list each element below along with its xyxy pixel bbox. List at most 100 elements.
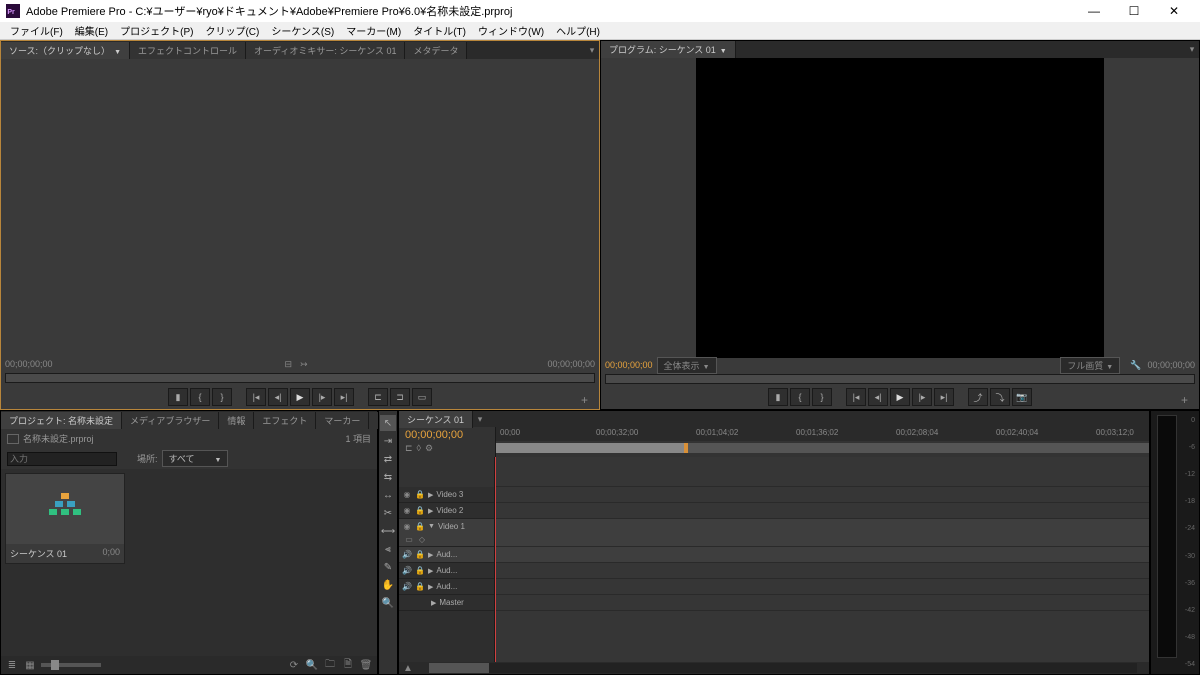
fit-dropdown[interactable]: 全体表示▼: [657, 357, 717, 374]
tab-markers[interactable]: マーカー: [316, 412, 369, 429]
out-point-button[interactable]: }: [212, 388, 232, 406]
menu-window[interactable]: ウィンドウ(W): [472, 23, 550, 38]
tab-media-browser[interactable]: メディアブラウザー: [122, 412, 219, 429]
window-close-button[interactable]: ✕: [1154, 0, 1194, 22]
slide-tool-icon[interactable]: ⫷: [380, 541, 396, 557]
rate-stretch-tool-icon[interactable]: ↔: [380, 487, 396, 503]
timeline-ruler-area[interactable]: 00;00 00;00;32;00 00;01;04;02 00;01;36;0…: [495, 427, 1149, 457]
menu-edit[interactable]: 編集(E): [69, 23, 114, 38]
tab-metadata[interactable]: メタデータ: [405, 42, 467, 59]
rolling-edit-tool-icon[interactable]: ⇆: [380, 469, 396, 485]
track-select-tool-icon[interactable]: ⇥: [380, 433, 396, 449]
zoom-out-icon[interactable]: ▲: [399, 663, 417, 674]
settings-icon[interactable]: ⚙: [425, 443, 433, 454]
tab-sequence[interactable]: シーケンス 01: [399, 411, 473, 428]
program-scrollbar[interactable]: [605, 374, 1195, 384]
zoom-tool-icon[interactable]: 🔍: [380, 595, 396, 611]
timeline-ruler[interactable]: 00;00 00;00;32;00 00;01;04;02 00;01;36;0…: [496, 427, 1149, 441]
source-scrollbar[interactable]: [5, 373, 595, 383]
go-in-button[interactable]: |◂: [246, 388, 266, 406]
marker-button[interactable]: ▮: [168, 388, 188, 406]
playhead-line[interactable]: [495, 457, 496, 662]
add-button-icon[interactable]: +: [1181, 393, 1195, 407]
track-header-video3[interactable]: ◉🔒▶Video 3: [399, 487, 494, 503]
output-icon[interactable]: ↣: [300, 359, 308, 370]
panel-menu-icon[interactable]: ▾: [585, 45, 599, 56]
razor-tool-icon[interactable]: ✂: [380, 505, 396, 521]
source-current-timecode[interactable]: 00;00;00;00: [5, 359, 53, 369]
thumb-size-slider[interactable]: [41, 663, 101, 667]
tab-audio-mixer[interactable]: オーディオミキサー: シーケンス 01: [246, 42, 405, 59]
delete-icon[interactable]: 🗑: [359, 658, 373, 672]
go-out-button[interactable]: ▸|: [334, 388, 354, 406]
step-back-button[interactable]: ◂|: [268, 388, 288, 406]
tab-program[interactable]: プログラム: シーケンス 01▼: [601, 41, 736, 58]
menu-marker[interactable]: マーカー(M): [340, 23, 407, 38]
find-icon[interactable]: 🔍: [305, 658, 319, 672]
list-view-icon[interactable]: ≣: [5, 658, 19, 672]
out-point-button[interactable]: }: [812, 388, 832, 406]
tab-effects[interactable]: エフェクト: [254, 412, 316, 429]
ripple-edit-tool-icon[interactable]: ⇄: [380, 451, 396, 467]
in-point-button[interactable]: {: [190, 388, 210, 406]
add-button-icon[interactable]: +: [581, 393, 595, 407]
panel-menu-icon[interactable]: ▾: [1185, 44, 1199, 55]
step-forward-button[interactable]: |▸: [912, 388, 932, 406]
project-search-input[interactable]: [7, 452, 117, 466]
selection-tool-icon[interactable]: ↖: [380, 415, 396, 431]
step-back-button[interactable]: ◂|: [868, 388, 888, 406]
hand-tool-icon[interactable]: ✋: [380, 577, 396, 593]
marker-icon[interactable]: ◊: [417, 443, 421, 454]
new-item-icon[interactable]: 🗎: [341, 658, 355, 672]
menu-sequence[interactable]: シーケンス(S): [265, 23, 340, 38]
play-button[interactable]: ▶: [890, 388, 910, 406]
step-forward-button[interactable]: |▸: [312, 388, 332, 406]
safe-margins-icon[interactable]: ⊟: [284, 359, 292, 370]
pen-tool-icon[interactable]: ✎: [380, 559, 396, 575]
insert-button[interactable]: ⊏: [368, 388, 388, 406]
export-frame-button[interactable]: ▭: [412, 388, 432, 406]
menu-clip[interactable]: クリップ(C): [199, 23, 265, 38]
tab-effect-controls[interactable]: エフェクトコントロール: [130, 42, 246, 59]
marker-button[interactable]: ▮: [768, 388, 788, 406]
timeline-work-area[interactable]: [496, 443, 1149, 453]
quality-dropdown[interactable]: フル画質▼: [1060, 357, 1120, 374]
project-item-sequence[interactable]: シーケンス 01 0;00: [5, 473, 125, 564]
go-out-button[interactable]: ▸|: [934, 388, 954, 406]
track-header-audio1[interactable]: 🔊🔒▶Aud...: [399, 547, 494, 563]
project-bin[interactable]: シーケンス 01 0;00: [1, 469, 377, 656]
track-header-master[interactable]: ▶Master: [399, 595, 494, 611]
track-header-video2[interactable]: ◉🔒▶Video 2: [399, 503, 494, 519]
panel-menu-icon[interactable]: ▾: [473, 414, 487, 425]
track-header-audio2[interactable]: 🔊🔒▶Aud...: [399, 563, 494, 579]
slip-tool-icon[interactable]: ⟷: [380, 523, 396, 539]
lift-button[interactable]: ⤴: [968, 388, 988, 406]
new-bin-icon[interactable]: 🗀: [323, 658, 337, 672]
tab-info[interactable]: 情報: [219, 412, 254, 429]
track-lanes[interactable]: [495, 457, 1149, 662]
filter-dropdown[interactable]: すべて▼: [162, 450, 229, 467]
window-minimize-button[interactable]: —: [1074, 0, 1114, 22]
tab-source[interactable]: ソース:（クリップなし）▼: [1, 42, 130, 59]
menu-title[interactable]: タイトル(T): [407, 23, 472, 38]
program-current-timecode[interactable]: 00;00;00;00: [605, 360, 653, 370]
overwrite-button[interactable]: ⊐: [390, 388, 410, 406]
play-button[interactable]: ▶: [290, 388, 310, 406]
dropdown-icon[interactable]: ▼: [114, 49, 121, 56]
menu-help[interactable]: ヘルプ(H): [550, 23, 606, 38]
tab-project[interactable]: プロジェクト: 名称未設定: [1, 412, 122, 429]
scroll-handle[interactable]: [429, 663, 489, 673]
menu-file[interactable]: ファイル(F): [4, 23, 69, 38]
timeline-h-scroll[interactable]: ▲: [399, 662, 1149, 674]
wrench-icon[interactable]: 🔧: [1130, 360, 1141, 371]
automate-icon[interactable]: ⟳: [287, 658, 301, 672]
icon-view-icon[interactable]: ▦: [23, 658, 37, 672]
menu-project[interactable]: プロジェクト(P): [114, 23, 199, 38]
window-maximize-button[interactable]: ☐: [1114, 0, 1154, 22]
track-header-audio3[interactable]: 🔊🔒▶Aud...: [399, 579, 494, 595]
export-frame-button[interactable]: 📷: [1012, 388, 1032, 406]
extract-button[interactable]: ⤵: [990, 388, 1010, 406]
dropdown-icon[interactable]: ▼: [720, 48, 727, 55]
go-in-button[interactable]: |◂: [846, 388, 866, 406]
snap-icon[interactable]: ⊏: [405, 443, 413, 454]
